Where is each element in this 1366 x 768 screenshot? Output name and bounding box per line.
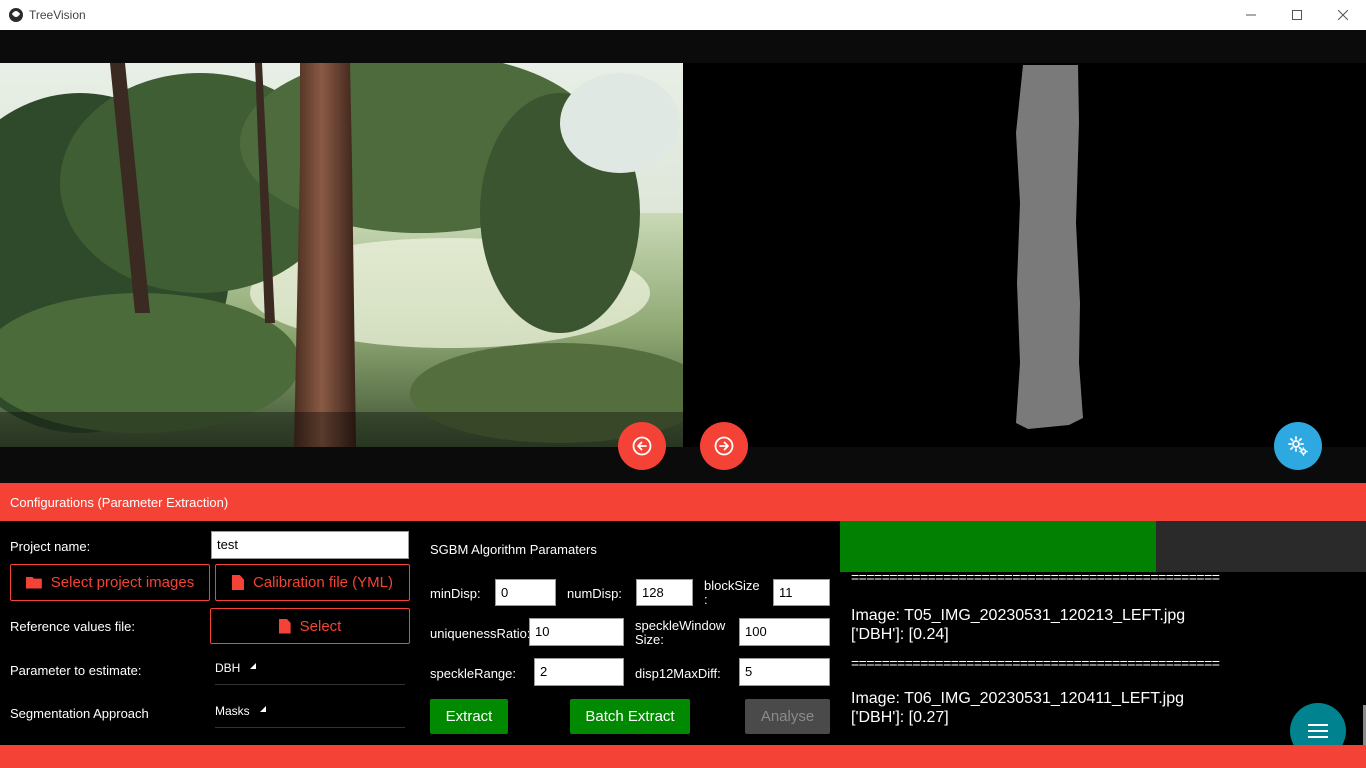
specklewindow-input[interactable]: 100 bbox=[739, 618, 830, 646]
dropdown-caret-icon bbox=[250, 663, 257, 669]
next-image-button[interactable] bbox=[700, 422, 748, 470]
progress-fill bbox=[840, 521, 1156, 572]
minimize-icon bbox=[1246, 14, 1256, 16]
select-project-images-label: Select project images bbox=[50, 574, 195, 591]
analyse-button[interactable]: Analyse bbox=[745, 699, 830, 734]
log-result-line: ['DBH']: [0.24] bbox=[851, 626, 949, 643]
sgbm-title: SGBM Algorithm Paramaters bbox=[430, 542, 597, 557]
bottom-bar bbox=[0, 745, 1366, 768]
specklerange-input[interactable]: 2 bbox=[534, 658, 624, 686]
project-name-label: Project name: bbox=[10, 539, 91, 554]
gear-icon bbox=[1288, 436, 1308, 456]
specklewindow-label-size: Size: bbox=[635, 632, 664, 647]
folder-icon bbox=[25, 576, 42, 589]
calibration-file-button[interactable]: Calibration file (YML) bbox=[215, 564, 410, 601]
maximize-button[interactable] bbox=[1274, 0, 1320, 30]
log-separator: ========================================… bbox=[851, 572, 1220, 585]
file-icon bbox=[278, 618, 291, 634]
forest-photo bbox=[0, 63, 683, 447]
extract-button[interactable]: Extract bbox=[430, 699, 508, 734]
minimize-button[interactable] bbox=[1228, 0, 1274, 30]
specklerange-label: speckleRange: bbox=[430, 666, 516, 681]
batch-extract-button[interactable]: Batch Extract bbox=[570, 699, 690, 734]
app-logo-icon bbox=[9, 8, 23, 22]
log-result-line: ['DBH']: [0.27] bbox=[851, 709, 949, 726]
top-toolbar bbox=[0, 30, 1366, 63]
numdisp-input[interactable]: 128 bbox=[636, 579, 693, 606]
close-icon bbox=[1338, 10, 1348, 20]
reference-select-label: Select bbox=[299, 617, 342, 635]
log-output: ========================================… bbox=[840, 572, 1366, 745]
arrow-left-circle-icon bbox=[632, 436, 652, 456]
settings-button[interactable] bbox=[1274, 422, 1322, 470]
maximize-icon bbox=[1292, 10, 1302, 20]
left-stereo-image bbox=[0, 63, 683, 447]
viewer-footer bbox=[0, 447, 1366, 483]
config-header: Configurations (Parameter Extraction) bbox=[0, 483, 1366, 521]
reference-select-button[interactable]: Select bbox=[210, 608, 410, 644]
blocksize-label: blockSize bbox=[704, 578, 760, 593]
uniqueness-input[interactable]: 10 bbox=[529, 618, 624, 646]
log-image-line: Image: T05_IMG_20230531_120213_LEFT.jpg bbox=[851, 607, 1186, 624]
parameter-dropdown[interactable]: DBH bbox=[215, 661, 405, 685]
specklewindow-label: speckleWindow bbox=[635, 618, 726, 633]
disp12maxdiff-label: disp12MaxDiff: bbox=[635, 666, 721, 681]
parameter-label: Parameter to estimate: bbox=[10, 663, 142, 678]
project-name-input[interactable]: test bbox=[211, 531, 409, 559]
menu-icon bbox=[1308, 724, 1328, 738]
file-icon bbox=[231, 575, 244, 590]
mindisp-input[interactable]: 0 bbox=[495, 579, 556, 606]
window-title: TreeVision bbox=[29, 8, 86, 22]
segmentation-dropdown[interactable]: Masks bbox=[215, 704, 405, 728]
calibration-file-label: Calibration file (YML) bbox=[252, 574, 394, 591]
disparity-map bbox=[683, 63, 1366, 447]
blocksize-label-colon: : bbox=[704, 592, 708, 607]
log-separator: ========================================… bbox=[851, 655, 1220, 671]
log-image-line: Image: T06_IMG_20230531_120411_LEFT.jpg bbox=[851, 690, 1184, 707]
disp12maxdiff-input[interactable]: 5 bbox=[739, 658, 830, 686]
window-controls bbox=[1228, 0, 1366, 30]
numdisp-label: numDisp: bbox=[567, 586, 622, 601]
title-bar: TreeVision bbox=[0, 0, 1366, 30]
close-button[interactable] bbox=[1320, 0, 1366, 30]
arrow-right-circle-icon bbox=[714, 436, 734, 456]
previous-image-button[interactable] bbox=[618, 422, 666, 470]
parameter-value: DBH bbox=[215, 661, 241, 675]
segmentation-value: Masks bbox=[215, 704, 250, 718]
uniqueness-label: uniquenessRatio: bbox=[430, 626, 531, 641]
dropdown-caret-icon bbox=[259, 706, 266, 712]
config-panel: Project name: test Select project images… bbox=[0, 521, 840, 745]
segmentation-label: Segmentation Approach bbox=[10, 706, 149, 721]
reference-values-label: Reference values file: bbox=[10, 619, 136, 634]
tree-disparity-mask bbox=[1016, 65, 1083, 429]
blocksize-input[interactable]: 11 bbox=[773, 579, 830, 606]
select-project-images-button[interactable]: Select project images bbox=[10, 564, 210, 601]
mindisp-label: minDisp: bbox=[430, 586, 481, 601]
progress-bar bbox=[840, 521, 1366, 572]
